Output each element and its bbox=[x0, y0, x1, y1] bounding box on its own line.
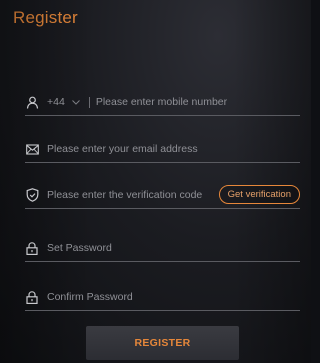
password-field[interactable]: Set Password bbox=[25, 235, 300, 262]
register-button[interactable]: REGISTER bbox=[86, 326, 239, 360]
verification-field[interactable]: Please enter the verification code Get v… bbox=[25, 182, 300, 209]
verification-code-input[interactable]: Please enter the verification code bbox=[47, 189, 202, 201]
phone-field[interactable]: +44 Please enter mobile number bbox=[25, 89, 300, 116]
email-field[interactable]: Please enter your email address bbox=[25, 136, 300, 163]
shield-check-icon bbox=[25, 188, 39, 202]
get-verification-button[interactable]: Get verification bbox=[218, 185, 300, 204]
lock-icon bbox=[25, 290, 39, 304]
set-password-input[interactable]: Set Password bbox=[47, 242, 112, 254]
confirm-password-input[interactable]: Confirm Password bbox=[47, 291, 133, 303]
confirm-password-field[interactable]: Confirm Password bbox=[25, 284, 300, 311]
mail-icon bbox=[25, 142, 39, 156]
country-code-select[interactable]: +44 bbox=[47, 96, 65, 108]
lock-icon bbox=[25, 241, 39, 255]
register-screen: Register +44 Please enter mobile number … bbox=[0, 0, 311, 363]
email-input[interactable]: Please enter your email address bbox=[47, 143, 198, 155]
phone-input[interactable]: Please enter mobile number bbox=[96, 96, 227, 108]
chevron-down-icon[interactable] bbox=[71, 97, 81, 107]
divider bbox=[88, 96, 90, 108]
page-title: Register bbox=[13, 8, 78, 27]
user-icon bbox=[25, 95, 39, 109]
